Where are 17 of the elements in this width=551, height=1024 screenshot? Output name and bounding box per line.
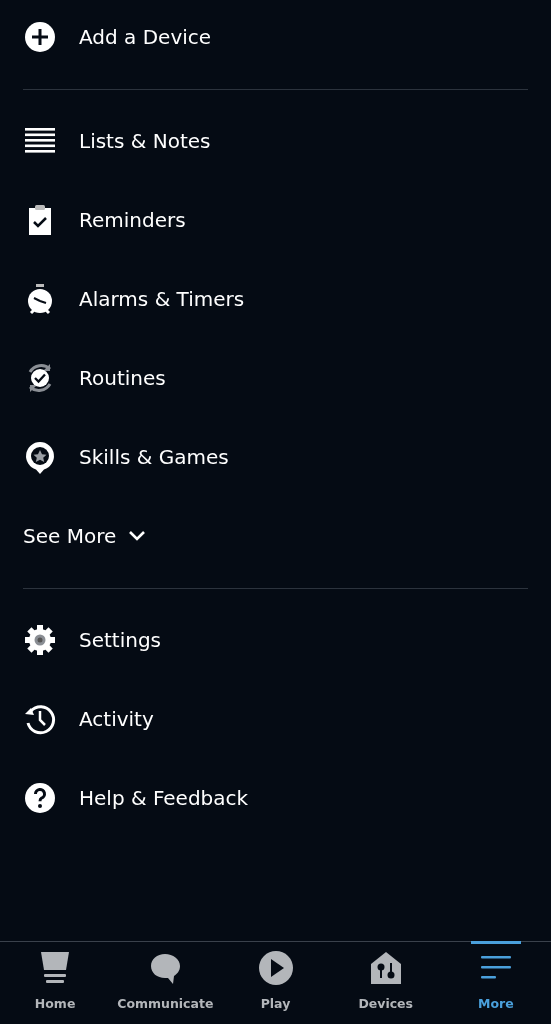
menu-item[interactable]: Help & Feedback — [0, 758, 551, 837]
tab[interactable]: More — [440, 942, 551, 1024]
menu-item[interactable]: Routines — [0, 338, 551, 417]
menu-item[interactable]: Activity — [0, 679, 551, 758]
tab[interactable]: Communicate — [110, 942, 221, 1024]
tab[interactable]: Play — [220, 942, 331, 1024]
menu-item[interactable]: Reminders — [0, 180, 551, 259]
menu-item[interactable]: Add a Device — [0, 0, 551, 74]
tab[interactable]: Devices — [330, 942, 441, 1024]
tab[interactable]: Home — [0, 942, 111, 1024]
play-icon — [257, 950, 294, 986]
menu-item[interactable]: Skills & Games — [0, 417, 551, 496]
see-more-button[interactable]: See More — [23, 520, 147, 551]
menu-item[interactable]: Lists & Notes — [0, 101, 551, 180]
menu-item[interactable]: Alarms & Timers — [0, 259, 551, 338]
plus-circle-icon — [22, 19, 58, 55]
menu-item[interactable]: Settings — [0, 600, 551, 679]
